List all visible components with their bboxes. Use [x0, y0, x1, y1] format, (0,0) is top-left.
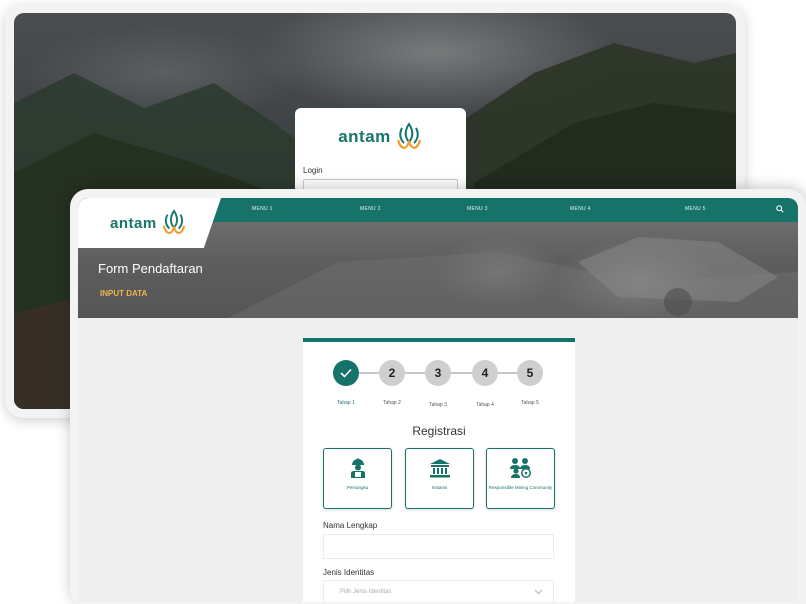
chevron-down-icon	[534, 589, 543, 595]
header-logo[interactable]: antam	[78, 198, 221, 248]
showcase-stage: antam Login MENU 1 MENU 2 MENU 3 MENU 4 …	[0, 0, 806, 604]
nav-menu-3[interactable]: MENU 3	[467, 206, 488, 212]
worker-icon	[350, 458, 365, 478]
option-responsible-mining-community[interactable]: Responsible Mining Community	[486, 448, 555, 509]
logo-wordmark: antam	[110, 214, 157, 232]
step-1[interactable]	[333, 360, 359, 386]
option-label: Responsible Mining Community	[488, 485, 553, 490]
nav-menu-4[interactable]: MENU 4	[570, 206, 591, 212]
step-label-5: Tahap 5	[521, 400, 539, 406]
option-label: Instansi	[431, 485, 448, 490]
id-type-label: Jenis Identitas	[323, 568, 375, 577]
option-instansi[interactable]: Instansi	[405, 448, 474, 509]
login-label: Login	[303, 166, 323, 175]
form-title: Registrasi	[412, 424, 466, 438]
front-device-frame: MENU 1 MENU 2 MENU 3 MENU 4 MENU 5 Form …	[70, 189, 806, 604]
community-icon	[509, 458, 531, 478]
registration-form-card: 2 3 4 5 Tahap 1 Tahap 2 Tahap 3 Tahap 4 …	[303, 338, 575, 602]
search-icon[interactable]	[776, 205, 784, 213]
step-2[interactable]: 2	[379, 360, 405, 386]
nav-menu-2[interactable]: MENU 2	[360, 206, 381, 212]
antam-logo-icon	[162, 209, 185, 234]
registration-screen: MENU 1 MENU 2 MENU 3 MENU 4 MENU 5 Form …	[78, 198, 798, 602]
nav-menu-5[interactable]: MENU 5	[685, 206, 706, 212]
step-label-4: Tahap 4	[476, 402, 494, 408]
id-type-placeholder: Pilih Jenis Identitas	[340, 589, 392, 595]
step-3[interactable]: 3	[425, 360, 451, 386]
option-pemangku[interactable]: Pemangku	[323, 448, 392, 509]
institution-icon	[429, 459, 450, 478]
step-5[interactable]: 5	[517, 360, 543, 386]
step-label-1: Tahap 1	[337, 400, 355, 406]
step-label-3: Tahap 3	[429, 402, 447, 408]
antam-logo-icon	[396, 122, 421, 149]
stepper: 2 3 4 5	[333, 360, 545, 386]
logo-wordmark: antam	[338, 127, 391, 146]
login-input[interactable]	[303, 179, 458, 189]
check-icon	[340, 368, 352, 378]
full-name-label: Nama Lengkap	[323, 521, 378, 530]
login-logo: antam	[303, 122, 458, 152]
page-title: Form Pendaftaran	[98, 261, 203, 276]
full-name-input[interactable]	[323, 534, 554, 559]
nav-menu-1[interactable]: MENU 1	[252, 206, 273, 212]
step-4[interactable]: 4	[472, 360, 498, 386]
option-label: Pemangku	[346, 485, 369, 490]
id-type-select[interactable]: Pilih Jenis Identitas	[323, 580, 554, 602]
page-subtitle: INPUT DATA	[100, 289, 148, 298]
step-label-2: Tahap 2	[383, 400, 401, 406]
